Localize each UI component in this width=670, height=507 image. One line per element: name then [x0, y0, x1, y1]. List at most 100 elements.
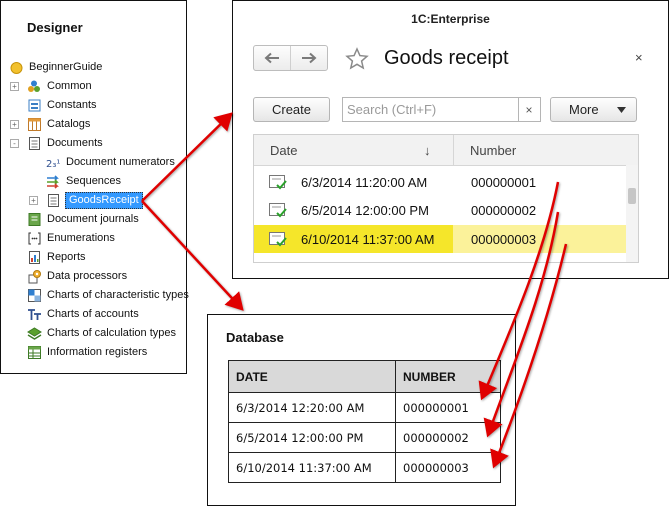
- tree-item-catalogs[interactable]: + Catalogs: [9, 115, 90, 134]
- arrow-right-icon: [302, 52, 317, 64]
- charts-accounts-icon: [28, 309, 41, 320]
- charts-characteristic-icon: [28, 289, 41, 302]
- close-icon[interactable]: ×: [635, 50, 643, 65]
- tree-item-common[interactable]: + Common: [9, 77, 92, 96]
- tree-item-data-processors[interactable]: Data processors: [27, 267, 127, 286]
- tree-item-label: Documents: [47, 137, 103, 149]
- constants-icon: [28, 99, 41, 112]
- tree-item-charts-of-accounts[interactable]: Charts of accounts: [27, 305, 139, 324]
- database-table: DATE NUMBER 6/3/2014 12:20:00 AM 0000000…: [228, 360, 501, 483]
- document-icon: [48, 194, 59, 207]
- tree-item-beginnerguide[interactable]: BeginnerGuide: [9, 58, 102, 77]
- row-number: 000000001: [471, 174, 537, 190]
- configuration-root-icon: [10, 62, 23, 74]
- enumerations-icon: [28, 232, 41, 245]
- column-header-date[interactable]: Date: [270, 135, 450, 165]
- tree-item-label: GoodsReceipt: [65, 192, 143, 209]
- table-row: 6/10/2014 11:37:00 AM 000000003: [228, 452, 501, 483]
- tree-item-label: Constants: [47, 99, 97, 111]
- document-numerators-icon: 2₃¹: [46, 159, 60, 170]
- database-title: Database: [226, 330, 284, 345]
- table-row[interactable]: 6/5/2014 12:00:00 PM 000000002: [254, 196, 626, 224]
- sort-descending-icon[interactable]: ↓: [424, 135, 431, 165]
- posted-document-icon: [269, 232, 287, 247]
- tree-item-document-numerators[interactable]: 2₃¹ Document numerators: [46, 153, 175, 172]
- row-date: 6/5/2014 12:00:00 PM: [228, 422, 396, 453]
- tree-item-information-registers[interactable]: Information registers: [27, 343, 147, 362]
- row-number: 000000003: [395, 452, 501, 483]
- table-row-selected[interactable]: 6/10/2014 11:37:00 AM 000000003: [254, 225, 626, 253]
- tree-item-label: Common: [47, 80, 92, 92]
- designer-panel: Designer BeginnerGuide + Common Constant…: [0, 0, 189, 374]
- tree-item-label: Sequences: [66, 175, 122, 187]
- expand-icon[interactable]: +: [10, 82, 19, 91]
- row-date: 6/3/2014 11:20:00 AM: [301, 174, 428, 190]
- more-button[interactable]: More: [550, 97, 637, 122]
- documents-icon: [29, 137, 40, 150]
- tree-item-reports[interactable]: Reports: [27, 248, 86, 267]
- tree-item-label: BeginnerGuide: [29, 61, 103, 73]
- tree-item-sequences[interactable]: Sequences: [46, 172, 121, 191]
- window-title: 1C:Enterprise: [411, 12, 490, 26]
- vertical-scrollbar[interactable]: [626, 165, 638, 262]
- navigation-buttons: [253, 45, 328, 71]
- tree-item-label: Charts of characteristic types: [47, 289, 189, 301]
- column-header-number[interactable]: Number: [470, 135, 516, 165]
- tree-item-label: Reports: [47, 251, 86, 263]
- tree-item-label: Enumerations: [47, 232, 115, 244]
- row-number: 000000003: [471, 231, 537, 247]
- column-header-label: Number: [470, 142, 517, 158]
- common-icon: [28, 80, 40, 92]
- designer-title: Designer: [27, 20, 83, 35]
- sequences-icon: [47, 175, 59, 189]
- table-row[interactable]: 6/3/2014 11:20:00 AM 000000001: [254, 168, 626, 196]
- table-row: 6/5/2014 12:00:00 PM 000000002: [228, 422, 501, 453]
- tree-item-constants[interactable]: Constants: [27, 96, 97, 115]
- tree-item-label: Catalogs: [47, 118, 91, 130]
- document-journals-icon: [28, 213, 41, 226]
- row-date: 6/3/2014 12:20:00 AM: [228, 392, 396, 423]
- reports-icon: [29, 251, 40, 264]
- row-number: 000000001: [395, 392, 501, 423]
- row-date: 6/5/2014 12:00:00 PM: [301, 202, 429, 218]
- information-registers-icon: [28, 346, 41, 359]
- tree-item-label: Information registers: [47, 346, 148, 358]
- collapse-icon[interactable]: -: [10, 139, 19, 148]
- tree-item-label: Charts of accounts: [47, 308, 139, 320]
- arrow-left-icon: [264, 52, 279, 64]
- catalogs-icon: [28, 118, 41, 131]
- search-clear-icon[interactable]: ×: [518, 97, 541, 122]
- row-number: 000000002: [395, 422, 501, 453]
- row-number: 000000002: [471, 202, 537, 218]
- column-header-number: NUMBER: [395, 360, 501, 393]
- tree-item-enumerations[interactable]: Enumerations: [27, 229, 115, 248]
- tree-item-goodsreceipt[interactable]: + GoodsReceipt: [28, 191, 143, 210]
- tree-item-charts-of-calculation-types[interactable]: Charts of calculation types: [27, 324, 176, 343]
- scrollbar-thumb[interactable]: [628, 188, 636, 204]
- tree-item-label: Document journals: [47, 213, 139, 225]
- tree-item-document-journals[interactable]: Document journals: [27, 210, 139, 229]
- row-date: 6/10/2014 11:37:00 AM: [228, 452, 396, 483]
- tree-item-charts-of-characteristic-types[interactable]: Charts of characteristic types: [27, 286, 189, 305]
- tree-item-documents[interactable]: - Documents: [9, 134, 103, 153]
- list-header: Date ↓ Number: [254, 135, 638, 166]
- forward-button[interactable]: [290, 46, 327, 70]
- row-date: 6/10/2014 11:37:00 AM: [301, 231, 435, 247]
- database-panel: Database DATE NUMBER 6/3/2014 12:20:00 A…: [207, 314, 516, 506]
- back-button[interactable]: [254, 46, 290, 70]
- column-header-label: Date: [270, 142, 298, 158]
- favorite-star-icon[interactable]: [345, 47, 369, 71]
- column-header-date: DATE: [228, 360, 396, 393]
- create-button[interactable]: Create: [253, 97, 330, 122]
- tree-item-label: Data processors: [47, 270, 128, 282]
- tree-item-label: Charts of calculation types: [47, 327, 177, 339]
- dropdown-arrow-icon: [617, 107, 626, 113]
- search-input[interactable]: Search (Ctrl+F): [342, 97, 519, 122]
- table-header-row: DATE NUMBER: [228, 360, 501, 393]
- expand-icon[interactable]: +: [29, 196, 38, 205]
- documents-list[interactable]: Date ↓ Number 6/3/2014 11:20:00 AM 00000…: [253, 134, 639, 263]
- table-row: 6/3/2014 12:20:00 AM 000000001: [228, 392, 501, 423]
- more-button-label: More: [569, 102, 599, 117]
- svg-text:2₃¹: 2₃¹: [46, 159, 60, 170]
- expand-icon[interactable]: +: [10, 120, 19, 129]
